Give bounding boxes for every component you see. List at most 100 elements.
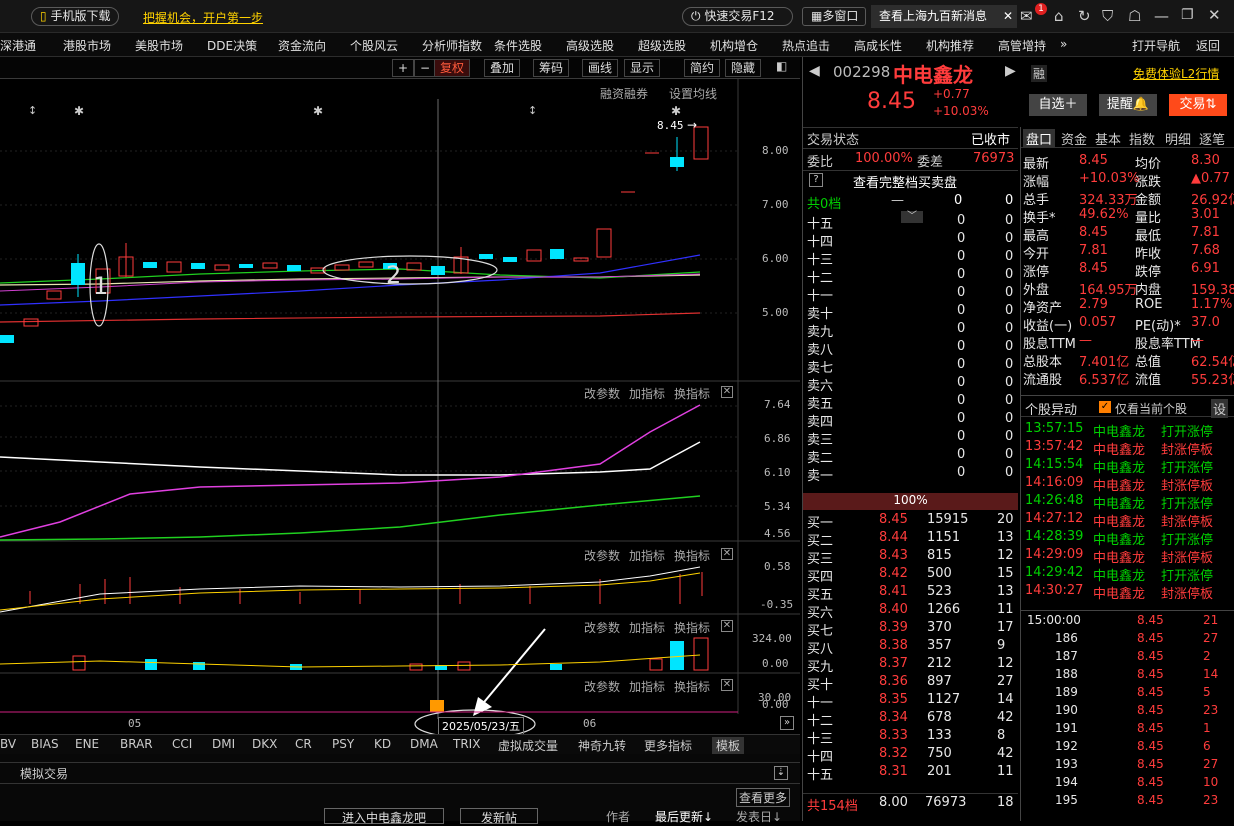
indicator-tab[interactable]: BIAS (31, 737, 59, 751)
close-panel-icon[interactable]: ✕ (721, 548, 733, 560)
adjust-button[interactable]: 复权 (434, 59, 471, 77)
publish-date-header[interactable]: 发表日↓ (736, 808, 782, 825)
nav-item[interactable]: 深港通 (0, 37, 36, 54)
add-indicator-link[interactable]: 加指标 (629, 547, 665, 564)
forum-button[interactable]: 进入中电鑫龙吧 (324, 808, 444, 825)
close-panel-icon[interactable]: ✕ (721, 620, 733, 632)
only-current-checkbox[interactable]: ✓ (1099, 401, 1111, 413)
add-watchlist-button[interactable]: 自选＋ (1029, 94, 1087, 116)
l2-trial-link[interactable]: 免费体验L2行情 (1133, 65, 1219, 82)
chips-button[interactable]: 筹码 (533, 59, 570, 77)
quick-trade-button[interactable]: ⏻ 快速交易F12 (682, 7, 793, 26)
settings-icon[interactable]: ☖ (1128, 7, 1141, 25)
restore-icon[interactable]: ❐ (1181, 7, 1194, 23)
nav-item[interactable]: 条件选股 (494, 37, 542, 54)
zoom-in-button[interactable]: + (392, 59, 415, 77)
ma-settings-link[interactable]: 设置均线 (669, 85, 717, 102)
promo-link[interactable]: 把握机会，开户第一步 (143, 9, 263, 26)
add-indicator-link[interactable]: 加指标 (629, 619, 665, 636)
indicator-tab[interactable]: TRIX (453, 737, 480, 751)
indicator-tab[interactable]: BV (0, 737, 16, 751)
indicator-tab[interactable]: KD (374, 737, 391, 751)
help-icon[interactable]: ? (809, 173, 823, 187)
alert-button[interactable]: 提醒🔔 (1099, 94, 1157, 116)
tab-basic[interactable]: 基本 (1095, 129, 1121, 148)
scroll-right-icon[interactable]: » (780, 716, 794, 730)
home-icon[interactable]: ⌂ (1054, 7, 1064, 25)
indicator-tab[interactable]: 神奇九转 (578, 737, 626, 754)
indicator-tab[interactable]: DMA (410, 737, 438, 751)
indicator-tab[interactable]: CCI (172, 737, 192, 751)
indicator-tab[interactable]: ENE (75, 737, 99, 751)
tab-handicap[interactable]: 盘口 (1023, 129, 1056, 148)
nav-item[interactable]: 港股市场 (63, 37, 111, 54)
close-icon[interactable]: ✕ (1003, 5, 1013, 28)
add-indicator-link[interactable]: 加指标 (629, 678, 665, 695)
post-button[interactable]: 发新帖 (460, 808, 538, 825)
indicator-tab[interactable]: DMI (212, 737, 235, 751)
full-depth-link[interactable]: 查看完整档买卖盘 (853, 172, 957, 191)
next-stock-icon[interactable]: ▶ (1005, 63, 1016, 79)
nav-item[interactable]: 分析师指数 (422, 37, 482, 54)
expand-icon[interactable]: ⇣ (774, 766, 788, 780)
multi-window-button[interactable]: ▦多窗口 (802, 7, 866, 26)
indicator-tab[interactable]: 虚拟成交量 (498, 737, 558, 754)
indicator-tab[interactable]: DKX (252, 737, 277, 751)
minimize-icon[interactable]: — (1154, 7, 1169, 25)
edit-params-link[interactable]: 改参数 (584, 619, 620, 636)
mail-icon[interactable]: ✉ (1020, 7, 1033, 25)
indicator-tab[interactable]: PSY (332, 737, 354, 751)
change-indicator-link[interactable]: 换指标 (674, 385, 710, 402)
more-indicators[interactable]: 更多指标 (644, 737, 692, 754)
change-indicator-link[interactable]: 换指标 (674, 547, 710, 564)
news-tab[interactable]: 查看上海九百新消息 ✕ (871, 5, 1017, 28)
panel-toggle-icon[interactable]: ◧ (776, 59, 787, 73)
view-more-button[interactable]: 查看更多 (736, 788, 791, 807)
nav-item[interactable]: 机构增仓 (710, 37, 758, 54)
sim-trade-tab[interactable]: 模拟交易 (20, 765, 68, 782)
close-panel-icon[interactable]: ✕ (721, 386, 733, 398)
change-indicator-link[interactable]: 换指标 (674, 619, 710, 636)
display-button[interactable]: 显示 (624, 59, 661, 77)
draw-line-button[interactable]: 画线 (582, 59, 619, 77)
close-panel-icon[interactable]: ✕ (721, 679, 733, 691)
indicator-tab[interactable]: BRAR (120, 737, 153, 751)
nav-item[interactable]: 高级选股 (566, 37, 614, 54)
overlay-button[interactable]: 叠加 (484, 59, 521, 77)
tab-tick[interactable]: 逐笔 (1199, 129, 1225, 148)
tab-funds[interactable]: 资金 (1061, 129, 1087, 148)
nav-item[interactable]: 高成长性 (854, 37, 902, 54)
skin-icon[interactable]: ⛉ (1102, 7, 1113, 25)
events-settings-button[interactable]: 设 (1211, 399, 1229, 418)
nav-item[interactable]: 超级选股 (638, 37, 686, 54)
edit-params-link[interactable]: 改参数 (584, 385, 620, 402)
tab-index[interactable]: 指数 (1129, 129, 1155, 148)
zoom-out-button[interactable]: − (414, 59, 437, 77)
trade-button[interactable]: 交易⇅ (1169, 94, 1227, 116)
mobile-download-button[interactable]: ▯ 手机版下载 (31, 7, 120, 26)
close-window-icon[interactable]: ✕ (1208, 6, 1221, 24)
indicator-tab[interactable]: CR (295, 737, 312, 751)
change-indicator-link[interactable]: 换指标 (674, 678, 710, 695)
nav-item[interactable]: 美股市场 (135, 37, 183, 54)
nav-item[interactable]: 资金流向 (278, 37, 326, 54)
simple-button[interactable]: 简约 (684, 59, 721, 77)
margin-trading-link[interactable]: 融资融券 (600, 85, 648, 102)
tab-detail[interactable]: 明细 (1165, 129, 1191, 148)
template-button[interactable]: 模板 (712, 737, 745, 754)
nav-item[interactable]: 个股风云 (350, 37, 398, 54)
edit-params-link[interactable]: 改参数 (584, 547, 620, 564)
author-header[interactable]: 作者 (606, 808, 630, 825)
hide-button[interactable]: 隐藏 (725, 59, 762, 77)
refresh-icon[interactable]: ↻ (1078, 7, 1091, 25)
nav-back[interactable]: 返回 (1196, 37, 1220, 54)
edit-params-link[interactable]: 改参数 (584, 678, 620, 695)
nav-item[interactable]: DDE决策 (207, 37, 257, 54)
nav-item[interactable]: 机构推荐 (926, 37, 974, 54)
nav-more[interactable]: » (1060, 37, 1067, 51)
last-update-header[interactable]: 最后更新↓ (655, 808, 713, 825)
nav-item[interactable]: 热点追击 (782, 37, 830, 54)
nav-item[interactable]: 高管增持 (998, 37, 1046, 54)
add-indicator-link[interactable]: 加指标 (629, 385, 665, 402)
nav-open-navigator[interactable]: 打开导航 (1132, 37, 1180, 54)
